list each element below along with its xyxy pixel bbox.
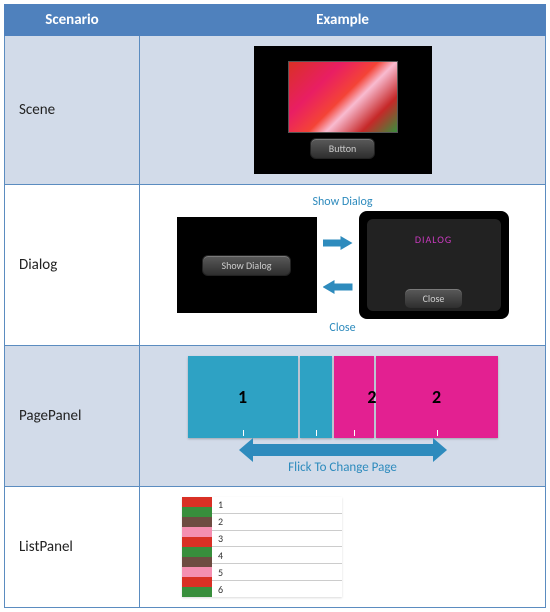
table-row: ListPanel 1 2 3 4 5 6	[5, 487, 546, 608]
dialog-preview: Show Dialog DIALOG Close	[150, 211, 535, 319]
arrow-right-icon	[323, 236, 353, 250]
scenario-cell-scene: Scene	[5, 36, 140, 185]
ui-scenarios-table: Scenario Example Scene Button Dialog Sho…	[4, 4, 546, 608]
table-row: Scene Button	[5, 36, 546, 185]
scenario-cell-listpanel: ListPanel	[5, 487, 140, 608]
col-example-header: Example	[140, 5, 546, 36]
example-cell-dialog: Show Dialog Show Dialog DIALOG Close	[140, 185, 546, 346]
page-1-partial[interactable]	[300, 356, 332, 438]
list-item[interactable]: 2	[212, 514, 342, 531]
arrow-left-icon	[323, 280, 353, 294]
show-dialog-button[interactable]: Show Dialog	[202, 255, 290, 276]
list-column: 1 2 3 4 5 6	[212, 497, 342, 597]
list-item[interactable]: 3	[212, 531, 342, 548]
close-dialog-button[interactable]: Close	[404, 288, 464, 309]
show-dialog-label: Show Dialog	[312, 195, 372, 209]
table-row: Dialog Show Dialog Show Dialog	[5, 185, 546, 346]
scenario-cell-pagepanel: PagePanel	[5, 346, 140, 487]
scene-button[interactable]: Button	[310, 138, 375, 159]
flick-arrow-icon	[253, 444, 433, 456]
list-thumbnail-strip	[182, 497, 212, 597]
col-scenario-header: Scenario	[5, 5, 140, 36]
example-cell-scene: Button	[140, 36, 546, 185]
pagepanel-preview: 1 2 2 Flick To Change Page	[188, 356, 498, 475]
listpanel-preview: 1 2 3 4 5 6	[182, 497, 342, 597]
scenario-cell-dialog: Dialog	[5, 185, 140, 346]
list-item[interactable]: 4	[212, 547, 342, 564]
dialog-arrows	[323, 236, 353, 294]
close-dialog-label: Close	[329, 321, 355, 335]
scene-preview: Button	[254, 46, 432, 174]
pages-row: 1 2 2	[188, 356, 498, 438]
dialog-target-panel: DIALOG Close	[359, 211, 509, 319]
page-2[interactable]: 2	[376, 356, 498, 438]
example-cell-pagepanel: 1 2 2 Flick To Change Page	[140, 346, 546, 487]
list-item[interactable]: 5	[212, 564, 342, 581]
dialog-source-panel: Show Dialog	[177, 217, 317, 313]
scene-image	[289, 62, 397, 132]
dialog-title: DIALOG	[359, 233, 509, 246]
page-2-partial[interactable]: 2	[334, 356, 374, 438]
example-cell-listpanel: 1 2 3 4 5 6	[140, 487, 546, 608]
table-row: PagePanel 1 2 2 Flick To Change Page	[5, 346, 546, 487]
list-item[interactable]: 1	[212, 497, 342, 514]
list-item[interactable]: 6	[212, 581, 342, 597]
flick-label: Flick To Change Page	[188, 460, 498, 475]
page-1[interactable]: 1	[188, 356, 298, 438]
